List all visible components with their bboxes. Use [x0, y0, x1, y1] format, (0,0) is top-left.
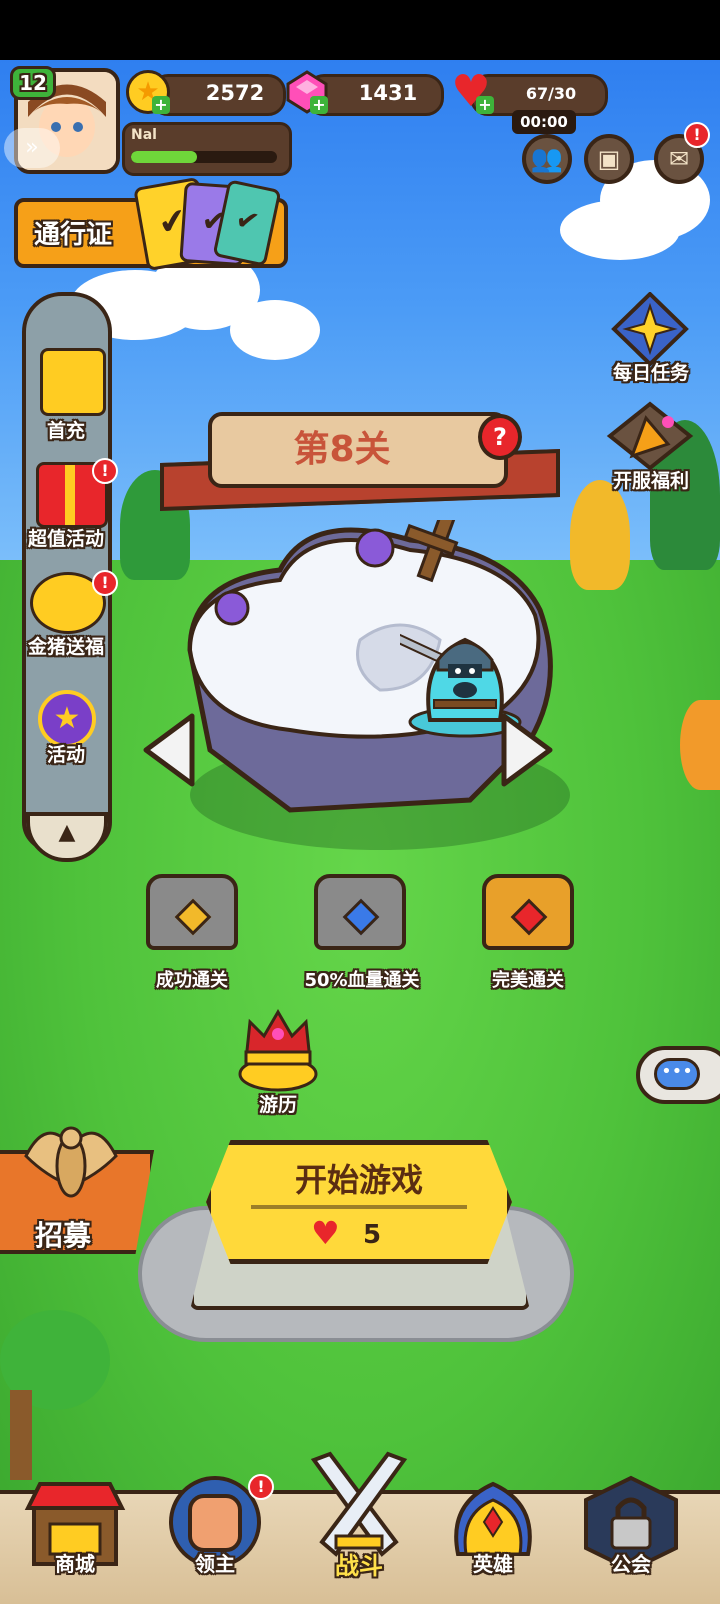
arrow-left-icon — [143, 713, 195, 787]
chest-gem-icon — [342, 898, 380, 936]
side-menu-value-event[interactable]: 超值活动 — [16, 524, 116, 551]
value-event-alert-badge: ! — [92, 458, 118, 484]
reward-chest-perfect[interactable] — [482, 874, 574, 950]
golden-pig-alert-badge: ! — [92, 570, 118, 596]
add-gem-icon[interactable]: + — [310, 96, 328, 114]
reward-clear-label: 成功通关 — [156, 970, 228, 991]
mail-alert-badge: ! — [684, 122, 710, 148]
party-popper-icon — [606, 401, 694, 471]
previous-stage-button[interactable] — [140, 712, 200, 788]
energy-cost-heart-icon: ♥ — [311, 1214, 340, 1252]
nav-heroes-label: 英雄 — [473, 1552, 513, 1576]
side-menu-events[interactable]: 活动 — [16, 740, 116, 767]
battle-pass-label: 通行证 — [34, 220, 113, 250]
nav-battle[interactable]: 战斗 — [296, 1450, 422, 1590]
next-stage-button[interactable] — [496, 712, 556, 788]
nav-lord-alert-badge: ! — [248, 1474, 274, 1500]
arrow-right-icon — [501, 713, 553, 787]
add-gold-icon[interactable]: + — [152, 96, 170, 114]
id-card-icon: ▣ — [597, 145, 621, 173]
stage-banner: 第8关 — [208, 412, 508, 488]
exp-bar-fill — [131, 151, 197, 163]
nav-guild-locked[interactable]: 公会 — [576, 1474, 686, 1584]
nav-heroes[interactable]: 英雄 — [438, 1474, 548, 1584]
compass-star-icon — [611, 291, 689, 367]
gold-counter[interactable]: 2572 — [150, 74, 286, 116]
nav-guild-label: 公会 — [611, 1552, 651, 1576]
journey-crown-button[interactable] — [236, 1004, 320, 1094]
energy-cost-value: 5 — [363, 1220, 382, 1250]
gold-amount: 2572 — [205, 81, 265, 105]
reward-chest-clear[interactable] — [146, 874, 238, 950]
recruit-label[interactable]: 招募 — [18, 1214, 108, 1254]
start-game-button[interactable]: 开始游戏 ♥ 5 — [206, 1140, 512, 1264]
double-chevron-icon: » — [25, 135, 39, 160]
button-divider — [251, 1205, 467, 1209]
crown-treasure-icon — [238, 1009, 318, 1092]
player-level: 12 — [19, 71, 47, 95]
reward-perfect-label: 完美通关 — [492, 970, 564, 991]
chest-gem-icon — [510, 898, 548, 936]
reward-chest-half-hp[interactable] — [314, 874, 406, 950]
first-recharge-gift-icon[interactable] — [40, 348, 106, 416]
collapse-button[interactable]: » — [4, 128, 60, 168]
exp-bar — [131, 151, 277, 163]
friends-button[interactable]: 👥 — [522, 134, 572, 184]
tree-trunk — [10, 1390, 32, 1480]
reward-half-hp-label: 50%血量通关 — [304, 970, 420, 991]
ribbon — [65, 465, 75, 525]
question-mark-icon: ? — [493, 423, 507, 451]
player-name: Nal — [131, 127, 157, 143]
nav-battle-label: 战斗 — [335, 1552, 383, 1580]
energy-amount: 67/30 — [525, 84, 577, 103]
side-menu-first-recharge[interactable]: 首充 — [16, 416, 116, 443]
start-game-label: 开始游戏 — [294, 1161, 423, 1199]
side-menu-golden-pig[interactable]: 金猪送福 — [16, 632, 116, 659]
daily-tasks-button[interactable] — [610, 291, 690, 367]
server-benefits-label[interactable]: 开服福利 — [596, 466, 706, 493]
tree — [570, 480, 630, 590]
chest-gem-icon — [174, 898, 212, 936]
profile-card-button[interactable]: ▣ — [584, 134, 634, 184]
cloud — [230, 300, 320, 360]
tree — [680, 700, 720, 790]
gem-amount: 1431 — [358, 81, 418, 105]
player-info-panel: Nal — [122, 122, 292, 176]
chat-bubble-icon: ••• — [654, 1058, 700, 1090]
chat-button[interactable]: ••• — [636, 1046, 720, 1104]
server-benefits-button[interactable] — [606, 400, 694, 472]
energy-timer: 00:00 — [512, 110, 576, 134]
angel-statue-icon — [16, 1116, 126, 1216]
friends-icon: 👥 — [530, 144, 564, 174]
nav-shop-label: 商城 — [55, 1552, 95, 1576]
daily-tasks-label[interactable]: 每日任务 — [596, 358, 706, 385]
journey-label[interactable]: 游历 — [238, 1090, 318, 1117]
status-bar — [0, 0, 720, 60]
stage-title: 第8关 — [293, 429, 391, 470]
add-energy-icon[interactable]: + — [476, 96, 494, 114]
level-badge: 12 — [10, 66, 56, 100]
nav-shop[interactable]: 商城 — [20, 1474, 130, 1584]
stage-help-button[interactable]: ? — [478, 414, 522, 460]
nav-lord-label: 领主 — [195, 1552, 235, 1576]
